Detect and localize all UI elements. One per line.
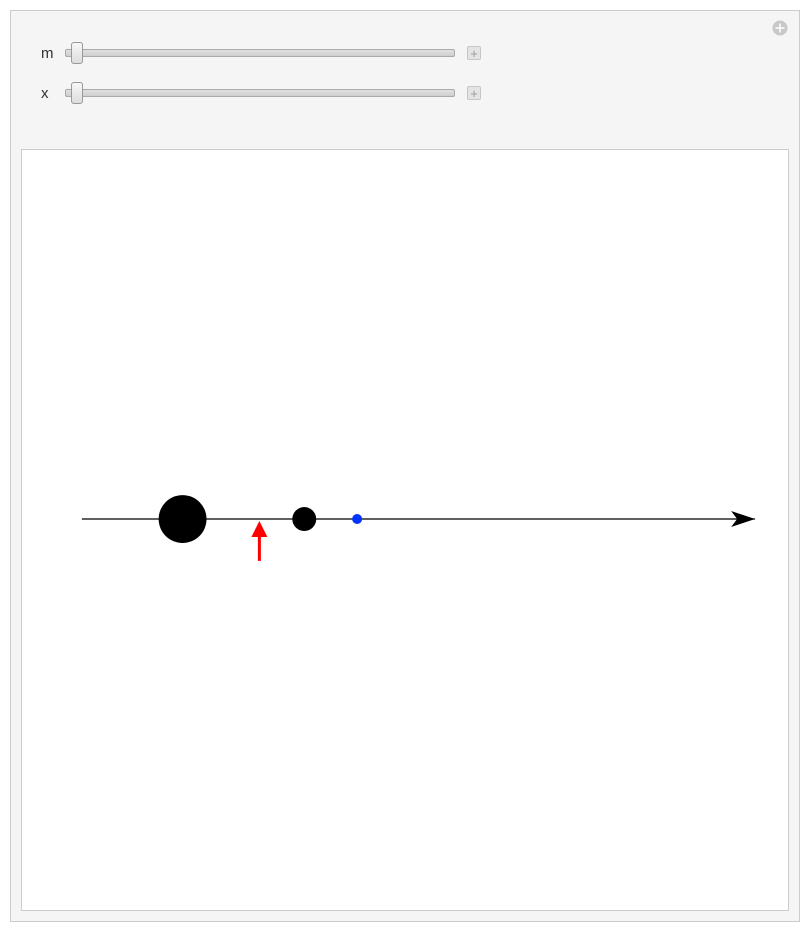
controls-area: m + x + [11,11,799,141]
slider-row-x: x + [41,83,779,103]
slider-x[interactable] [65,83,455,103]
slider-m[interactable] [65,43,455,63]
slider-expand-button[interactable]: + [467,46,481,60]
slider-thumb[interactable] [71,82,83,104]
mass-circle-0 [159,495,207,543]
slider-thumb[interactable] [71,42,83,64]
slider-track [65,89,455,97]
slider-label-m: m [41,45,65,62]
diagram-canvas [21,149,789,911]
balance-arrow-head-icon [251,521,267,537]
settings-plus-icon[interactable] [771,19,789,37]
mass-circle-2 [352,514,362,524]
slider-label-x: x [41,85,65,102]
slider-row-m: m + [41,43,779,63]
slider-track [65,49,455,57]
slider-expand-button[interactable]: + [467,86,481,100]
diagram-svg [22,150,788,910]
mass-circle-1 [292,507,316,531]
outer-panel: m + x + [10,10,800,922]
